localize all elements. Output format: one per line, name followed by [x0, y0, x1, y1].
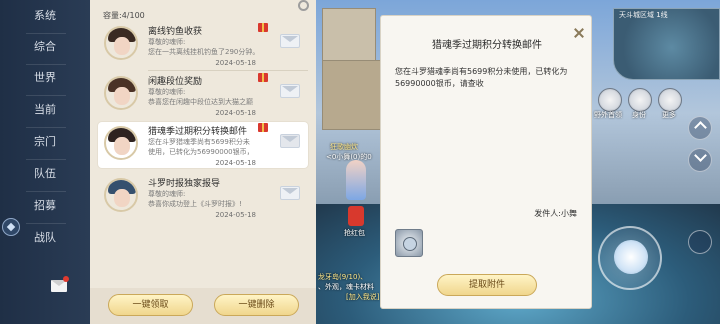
nav-world[interactable]: 世界 — [0, 68, 90, 88]
divider — [26, 223, 66, 224]
avatar-face — [114, 189, 130, 207]
envelope-icon — [280, 34, 300, 48]
mail-preview-line2: 您在一共离线挂机钓鱼了290分钟。 — [148, 48, 260, 56]
settings-icon[interactable] — [298, 0, 309, 11]
envelope-icon — [280, 186, 300, 200]
mail-title: 闲趣段位奖励 — [148, 77, 203, 87]
envelope-icon — [280, 84, 300, 98]
avatar-face — [114, 137, 130, 155]
chat-line: 龙牙岛(9/10)、 — [318, 273, 368, 281]
skill-button[interactable] — [688, 230, 712, 254]
avatar — [104, 76, 138, 110]
player-title: 狂歌幽炊 — [330, 143, 358, 151]
mail-detail-title: 猎魂季过期积分转换邮件 — [432, 40, 542, 51]
nav-current[interactable]: 当前 — [0, 100, 90, 120]
mail-title: 离线钓鱼收获 — [148, 27, 203, 37]
avatar-face — [114, 87, 130, 105]
attachment-item-icon[interactable] — [395, 229, 423, 257]
gift-icon — [258, 73, 268, 82]
mail-item[interactable]: 闲趣段位奖励 尊敬的魂师: 恭喜您在闲趣中段位达到大猫之巅 2024-05-18 — [98, 72, 308, 118]
claim-attachment-button[interactable]: 提取附件 — [437, 274, 537, 296]
mail-preview-line2: 使用，已转化为56990000银币， — [148, 148, 254, 156]
mail-preview-line1: 尊敬的魂师: — [148, 190, 186, 198]
gift-icon — [258, 23, 268, 32]
nav-general[interactable]: 综合 — [0, 37, 90, 57]
mail-item-selected[interactable]: 猎魂季过期积分转换邮件 您在斗罗猎魂季尚有5699积分未 使用，已转化为5699… — [98, 122, 308, 168]
nav-sect[interactable]: 宗门 — [0, 132, 90, 152]
mail-preview-line1: 尊敬的魂师: — [148, 38, 186, 46]
red-packet-label: 抢红包 — [344, 229, 365, 237]
mail-title: 猎魂季过期积分转换邮件 — [148, 127, 248, 137]
close-icon[interactable] — [573, 27, 585, 39]
mail-list-panel: 容量:4/100 离线钓鱼收获 尊敬的魂师: 您在一共离线挂机钓鱼了290分钟。… — [90, 0, 316, 324]
nav-squad[interactable]: 战队 — [0, 228, 90, 248]
more-icon[interactable] — [658, 88, 682, 112]
attack-skill-icon[interactable] — [614, 240, 648, 274]
mail-date: 2024-05-18 — [215, 59, 256, 67]
hud-label: 野外首领 — [594, 111, 622, 119]
field-boss-icon[interactable] — [598, 88, 622, 112]
minimap-region-label: 天斗城区域 1线 — [619, 11, 668, 19]
avatar — [104, 26, 138, 60]
nav-recruit[interactable]: 招募 — [0, 196, 90, 216]
mail-date: 2024-05-18 — [215, 109, 256, 117]
player-character — [346, 160, 366, 200]
mail-preview-line2: 恭喜你成功登上《斗罗时报》! — [148, 200, 242, 208]
nav-team[interactable]: 队伍 — [0, 164, 90, 184]
mail-date: 2024-05-18 — [215, 159, 256, 167]
chat-line: 、外观，魂卡材料 — [318, 283, 374, 291]
mail-date: 2024-05-18 — [215, 211, 256, 219]
divider — [26, 191, 66, 192]
divider — [26, 33, 66, 34]
envelope-open-icon — [280, 134, 300, 148]
chat-join-link[interactable]: [加入我说] — [346, 292, 379, 302]
player-name: <0小舞(0)的0 — [326, 153, 372, 161]
hud-label: 身份 — [632, 111, 646, 119]
mail-actions-bar: 一键领取 一键删除 — [90, 288, 316, 324]
mail-item[interactable]: 离线钓鱼收获 尊敬的魂师: 您在一共离线挂机钓鱼了290分钟。 2024-05-… — [98, 22, 308, 68]
mail-item[interactable]: 斗罗时报独家报导 尊敬的魂师: 恭喜你成功登上《斗罗时报》! 2024-05-1… — [98, 174, 308, 220]
nav-system[interactable]: 系统 — [0, 6, 90, 26]
building — [322, 60, 384, 130]
mail-detail-window: 猎魂季过期积分转换邮件 您在斗罗猎魂季尚有5699积分未使用，已转化为56990… — [380, 15, 592, 309]
mail-preview-line1: 您在斗罗猎魂季尚有5699积分未 — [148, 138, 250, 146]
identity-icon[interactable] — [628, 88, 652, 112]
mail-capacity: 容量:4/100 — [103, 11, 145, 20]
gift-icon — [258, 123, 268, 132]
divider — [148, 70, 308, 71]
divider — [26, 64, 66, 65]
divider — [26, 127, 66, 128]
notification-dot-icon — [63, 276, 69, 282]
mail-sender: 发件人:小舞 — [534, 209, 577, 218]
avatar — [104, 178, 138, 212]
mail-preview-line2: 恭喜您在闲趣中段位达到大猫之巅 — [148, 98, 253, 106]
mail-preview-line1: 尊敬的魂师: — [148, 88, 186, 96]
hud-label: 更多 — [662, 111, 676, 119]
mail-title: 斗罗时报独家报导 — [148, 179, 221, 189]
divider — [26, 95, 66, 96]
red-packet-icon[interactable] — [348, 206, 364, 226]
claim-all-button[interactable]: 一键领取 — [108, 294, 193, 316]
delete-all-button[interactable]: 一键删除 — [214, 294, 299, 316]
chat-channel-sidebar: 系统 综合 世界 当前 宗门 队伍 招募 战队 — [0, 0, 90, 324]
avatar — [104, 126, 138, 160]
divider — [26, 159, 66, 160]
avatar-face — [114, 37, 130, 55]
mail-detail-body: 您在斗罗猎魂季尚有5699积分未使用，已转化为56990000银币，请查收 — [395, 67, 568, 88]
